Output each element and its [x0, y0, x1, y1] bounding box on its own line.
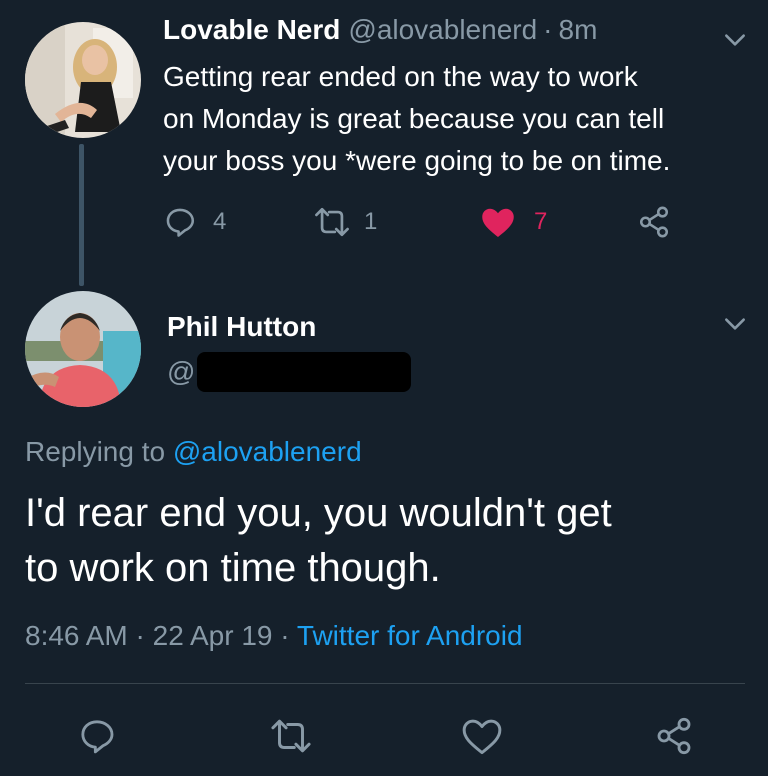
tweet-text-line: on Monday is great because you can tell — [163, 103, 665, 134]
avatar-lovable-nerd[interactable] — [25, 22, 141, 138]
like-action[interactable]: 7 — [480, 205, 547, 239]
separator-dot: · — [543, 14, 553, 45]
like-count: 7 — [534, 208, 548, 235]
replying-to-line: Replying to @alovablenerd — [25, 436, 362, 468]
bottom-reply-button[interactable] — [77, 716, 117, 761]
reply-count: 4 — [213, 208, 227, 235]
share-icon — [639, 206, 669, 238]
heart-filled-icon — [482, 208, 514, 237]
replying-to-label: Replying to — [25, 436, 166, 467]
share-icon — [657, 717, 691, 755]
reply-text-line: to work on time though. — [25, 546, 441, 590]
chevron-down-icon — [725, 34, 745, 46]
source-link[interactable]: Twitter for Android — [297, 620, 523, 651]
reply-text-line: I'd rear end you, you wouldn't get — [25, 491, 612, 535]
tweet-header: Lovable Nerd @alovablenerd · 8m — [163, 14, 597, 54]
reply-icon — [166, 208, 195, 237]
reply-time[interactable]: 8:46 AM — [25, 620, 128, 651]
reply-display-name[interactable]: Phil Hutton — [167, 311, 316, 343]
tweet-text: Getting rear ended on the way to work on… — [163, 56, 763, 182]
reply-text: I'd rear end you, you wouldn't get to wo… — [25, 486, 612, 596]
redacted-handle — [197, 352, 412, 392]
reply-action[interactable]: 4 — [163, 205, 226, 239]
divider — [25, 683, 745, 684]
reply-caret-menu-button[interactable] — [722, 311, 748, 342]
heart-outline-icon — [462, 719, 502, 755]
retweet-count: 1 — [364, 208, 378, 235]
handle-prefix: @ — [167, 356, 196, 387]
tweet-text-line: Getting rear ended on the way to work — [163, 61, 638, 92]
share-action[interactable] — [637, 205, 671, 239]
meta-dot: · — [280, 620, 290, 651]
tweet-text-line: your boss you *were going to be on time. — [163, 145, 671, 176]
reply-icon — [81, 720, 114, 754]
thread-line — [79, 144, 84, 286]
replying-to-handle-link[interactable]: @alovablenerd — [173, 436, 362, 467]
meta-dot: · — [135, 620, 145, 651]
chevron-down-icon — [725, 318, 745, 330]
reply-date[interactable]: 22 Apr 19 — [153, 620, 273, 651]
bottom-retweet-button[interactable] — [268, 716, 314, 761]
retweet-icon — [271, 719, 311, 753]
bottom-like-button[interactable] — [461, 716, 503, 761]
reply-handle[interactable]: @ — [167, 352, 412, 392]
reply-meta: 8:46 AM · 22 Apr 19 · Twitter for Androi… — [25, 620, 523, 652]
retweet-action[interactable]: 1 — [312, 205, 377, 239]
caret-menu-button[interactable] — [722, 27, 748, 58]
bottom-share-button[interactable] — [654, 716, 694, 761]
avatar-phil-hutton[interactable] — [25, 291, 141, 407]
display-name[interactable]: Lovable Nerd — [163, 14, 340, 46]
tweet-age[interactable]: 8m — [559, 14, 598, 46]
retweet-icon — [315, 207, 349, 237]
handle[interactable]: @alovablenerd — [348, 14, 537, 46]
